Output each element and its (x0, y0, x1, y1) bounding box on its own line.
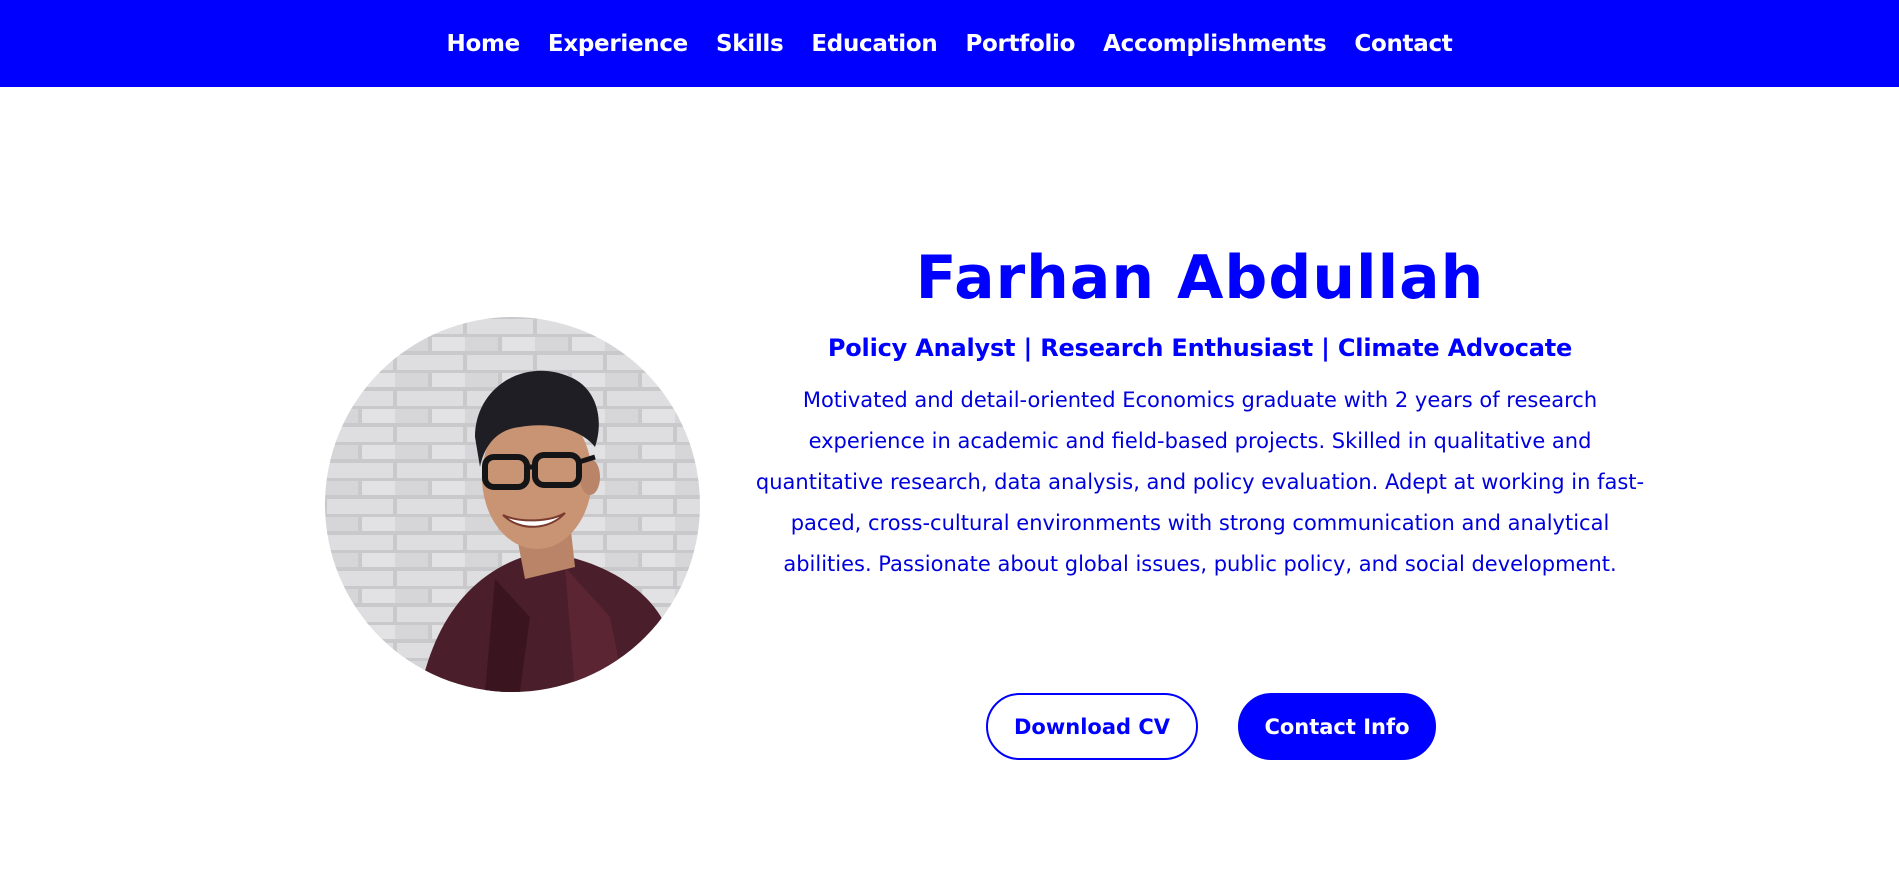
nav-item-experience[interactable]: Experience (548, 31, 688, 57)
nav-item-portfolio[interactable]: Portfolio (965, 31, 1075, 57)
page-title-name: Farhan Abdullah (915, 243, 1485, 313)
profile-photo-illustration (325, 317, 700, 692)
nav-item-skills[interactable]: Skills (716, 31, 784, 57)
nav-item-home[interactable]: Home (447, 31, 521, 57)
tagline: Policy Analyst | Research Enthusiast | C… (827, 334, 1573, 362)
hero-actions: Download CV Contact Info (740, 693, 1660, 760)
top-navbar: Home Experience Skills Education Portfol… (0, 0, 1899, 87)
download-cv-button[interactable]: Download CV (986, 693, 1198, 760)
contact-info-button[interactable]: Contact Info (1238, 693, 1436, 760)
nav-item-education[interactable]: Education (811, 31, 937, 57)
bio-paragraph: Motivated and detail-oriented Economics … (755, 388, 1645, 576)
nav-item-contact[interactable]: Contact (1354, 31, 1452, 57)
hero-section: Farhan Abdullah Policy Analyst | Researc… (740, 232, 1660, 585)
nav-item-accomplishments[interactable]: Accomplishments (1103, 31, 1327, 57)
profile-photo (325, 317, 700, 692)
